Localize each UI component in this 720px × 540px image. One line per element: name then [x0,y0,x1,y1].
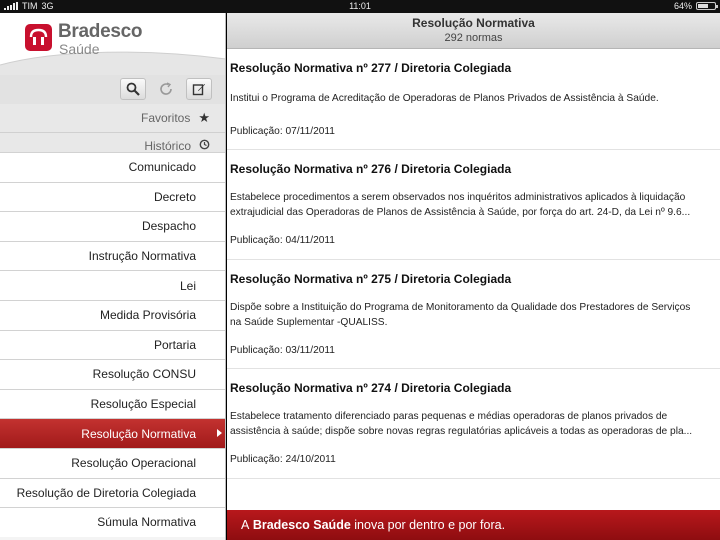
category-label: Instrução Normativa [88,249,196,264]
category-item[interactable]: Portaria [0,329,225,360]
category-label: Despacho [141,219,196,234]
category-item[interactable]: Resolução CONSU [0,359,225,389]
category-item[interactable]: Instrução Normativa [0,240,225,271]
category-label: Resolução Operacional [71,456,196,471]
description-line: Dispõe sobre a Instituição do Programa d… [230,302,691,313]
description-line: Institui o Programa de Acreditação de Op… [230,93,659,104]
norm-description: Estabelece tratamento diferenciado paras… [230,409,716,439]
publication-date: Publicação: 03/11/2011 [230,345,335,356]
category-item[interactable]: Lei [0,270,225,300]
publication-date: Publicação: 24/10/2011 [230,454,336,465]
norm-description: Dispõe sobre a Instituição do Programa d… [230,300,716,330]
norm-title: Resolução Normativa nº 275 / Diretoria C… [230,272,512,286]
footer-slogan: inova por dentro e por fora. [354,518,506,532]
category-item[interactable]: Resolução de Diretoria Colegiada [0,477,225,508]
norm-title: Resolução Normativa nº 277 / Diretoria C… [230,61,512,75]
history-icon [199,139,210,150]
category-item[interactable]: Decreto [0,181,225,212]
publication-date: Publicação: 07/11/2011 [230,126,335,137]
clock: 11:01 [349,1,371,11]
toolbar [0,75,225,105]
category-label: Resolução Normativa [81,426,196,441]
description-line: Estabelece procedimentos a serem observa… [230,192,686,203]
norm-description: Estabelece procedimentos a serem observa… [230,190,716,220]
category-item[interactable]: Comunicado [0,152,225,182]
edit-button[interactable] [186,78,212,100]
nav-favorites[interactable]: Favoritos ★ [0,104,225,133]
brand-name: Bradesco [58,21,143,42]
bradesco-logo-icon [25,24,52,51]
star-icon: ★ [198,110,210,125]
description-line: extrajudicial das Operadoras de Planos d… [230,207,691,218]
list-item[interactable]: Resolução Normativa nº 277 / Diretoria C… [227,49,720,150]
description-line: assistência à saúde; dispõe sobre novas … [230,426,693,437]
list-item[interactable]: Resolução Normativa nº 275 / Diretoria C… [227,260,720,369]
category-label: Resolução Especial [90,397,196,412]
category-label: Portaria [153,337,196,352]
list-item[interactable]: Resolução Normativa nº 276 / Diretoria C… [227,150,720,260]
refresh-icon [160,82,172,95]
footer-prefix: A [241,518,250,532]
category-item[interactable]: Resolução Especial [0,388,225,419]
category-label: Medida Provisória [99,308,196,323]
nav-history-label: Histórico [144,139,191,153]
description-line: Estabelece tratamento diferenciado paras… [230,411,668,422]
category-label: Decreto [153,189,196,204]
category-item[interactable]: Medida Provisória [0,299,225,330]
footer-banner: A Bradesco Saúde inova por dentro e por … [227,510,720,540]
norm-title: Resolução Normativa nº 276 / Diretoria C… [230,162,512,176]
chevron-right-icon [217,429,222,438]
search-icon [126,82,140,96]
category-label: Comunicado [128,160,196,175]
category-item[interactable]: Súmula Normativa [0,507,225,537]
norm-description: Institui o Programa de Acreditação de Op… [230,91,716,106]
category-label: Súmula Normativa [97,515,196,530]
category-item[interactable]: Resolução Normativa [0,418,225,448]
brand-header: Bradesco Saúde [0,13,225,83]
footer-brand: Bradesco Saúde [252,518,351,532]
list-header: Resolução Normativa 292 normas [227,13,720,49]
brand-subtitle: Saúde [59,41,100,57]
publication-date: Publicação: 04/11/2011 [230,235,335,246]
nav-favorites-label: Favoritos [140,111,191,125]
page-title: Resolução Normativa [412,16,535,30]
battery-icon [696,2,718,10]
category-label: Resolução de Diretoria Colegiada [16,485,196,500]
norm-count: 292 normas [444,32,503,44]
category-item[interactable]: Despacho [0,211,225,241]
edit-icon [192,84,205,96]
category-label: Lei [179,278,196,293]
search-button[interactable] [120,78,146,100]
refresh-button[interactable] [153,78,179,100]
battery-percent: 64% [673,1,692,11]
status-bar: TIM 3G 11:01 64% [0,0,720,13]
description-line: na Saúde Suplementar -QUALISS. [230,317,388,328]
sidebar: Bradesco Saúde Favoritos ★ Histórico Com… [0,13,226,540]
category-item[interactable]: Resolução Operacional [0,447,225,478]
list-item[interactable]: Resolução Normativa nº 274 / Diretoria C… [227,369,720,479]
main-pane: Resolução Normativa 292 normas Resolução… [227,13,720,540]
category-label: Resolução CONSU [92,367,196,382]
category-list: Comunicado Decreto Despacho Instrução Norma… [0,152,225,537]
norm-title: Resolução Normativa nº 274 / Diretoria C… [230,381,512,395]
